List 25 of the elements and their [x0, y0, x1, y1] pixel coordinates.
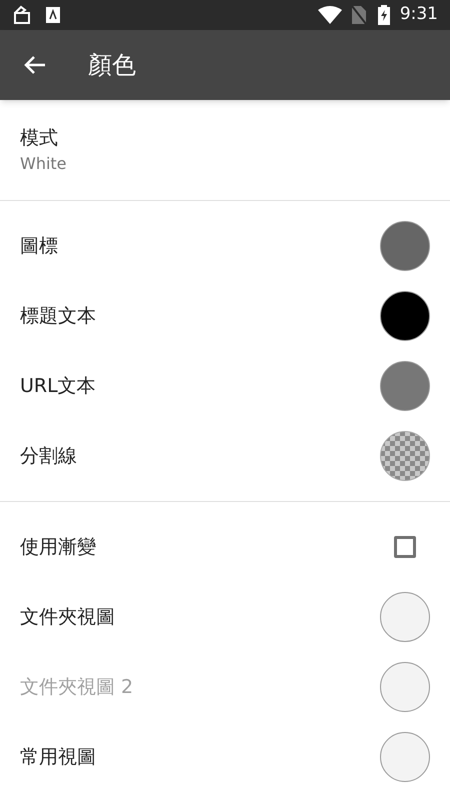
- color-swatch[interactable]: [380, 732, 430, 782]
- wifi-icon: [318, 6, 342, 24]
- color-swatch[interactable]: [380, 221, 430, 271]
- page-title: 顏色: [88, 50, 136, 81]
- setting-label: 文件夾視圖 2: [20, 674, 134, 700]
- no-sim-icon: [352, 6, 366, 24]
- setting-label: 模式: [20, 126, 59, 151]
- setting-label: 標題文本: [20, 304, 96, 329]
- setting-label: 常用視圖: [20, 744, 96, 770]
- setting-label: 分割線: [20, 444, 77, 469]
- checkbox[interactable]: [394, 536, 416, 558]
- back-arrow-icon: [24, 55, 46, 75]
- setting-label: 文件夾視圖: [20, 604, 115, 630]
- color-swatch[interactable]: [380, 361, 430, 411]
- battery-charging-icon: [378, 5, 390, 25]
- app-notification-icon: [46, 7, 60, 23]
- transparent-swatch[interactable]: [380, 431, 430, 481]
- color-swatch[interactable]: [380, 291, 430, 341]
- status-time: 9:31: [400, 3, 438, 26]
- setting-label: 圖標: [20, 234, 58, 259]
- setting-label: URL文本: [20, 374, 96, 399]
- setting-label: 使用漸變: [20, 534, 96, 560]
- mode-setting[interactable]: 模式 White: [0, 100, 450, 200]
- setting-value: White: [20, 153, 68, 176]
- color-swatch[interactable]: [380, 592, 430, 642]
